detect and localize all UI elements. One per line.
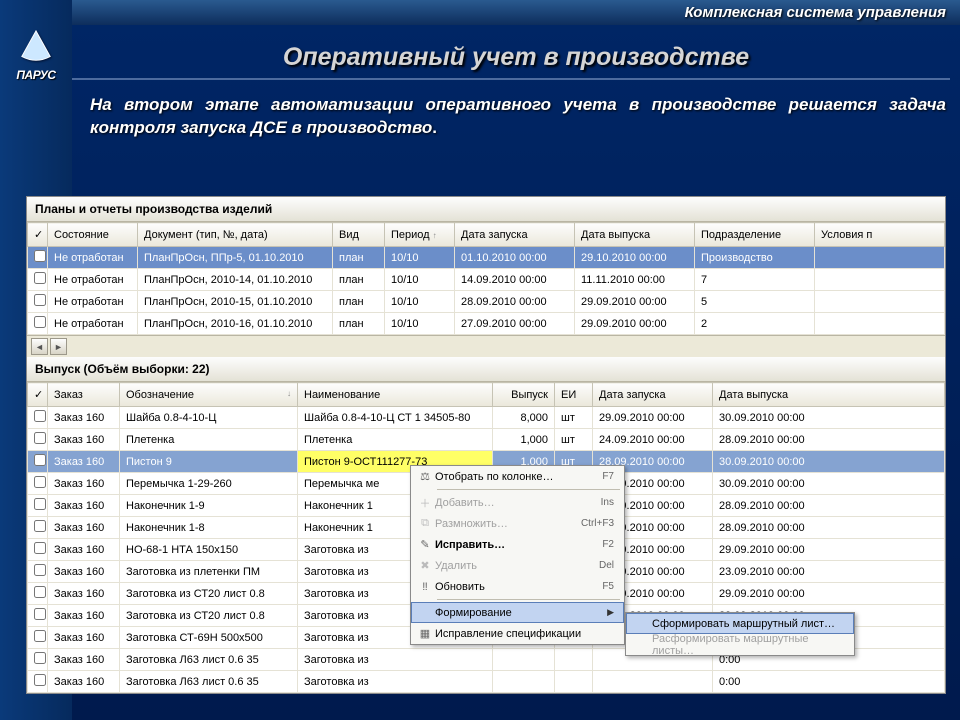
context-menu[interactable]: ⚖Отобрать по колонке…F7＋Добавить…Ins⧉Раз… <box>410 465 625 645</box>
menu-shortcut: F5 <box>602 581 614 592</box>
table-row[interactable]: Не отработанПланПрОсн, 2010-15, 01.10.20… <box>28 291 945 313</box>
col-order[interactable]: Заказ <box>48 383 120 407</box>
col-end[interactable]: Дата выпуска <box>575 223 695 247</box>
menu-item[interactable]: ▦Исправление спецификации <box>411 623 624 644</box>
menu-icon: ⚖ <box>415 470 435 483</box>
menu-label: Исправить… <box>435 539 602 551</box>
menu-icon: ✖ <box>415 559 435 572</box>
menu-separator <box>437 599 620 600</box>
row-checkbox[interactable] <box>34 674 46 686</box>
row-checkbox[interactable] <box>34 608 46 620</box>
menu-icon: ＋ <box>415 495 435 511</box>
row-checkbox[interactable] <box>34 272 46 284</box>
submenu-item: Расформировать маршрутные листы… <box>626 634 854 655</box>
col-state[interactable]: Состояние <box>48 223 138 247</box>
row-checkbox[interactable] <box>34 630 46 642</box>
col-qty[interactable]: Выпуск <box>493 383 555 407</box>
scroll-left-icon[interactable]: ◄ <box>31 338 48 355</box>
panel-output-title: Выпуск (Объём выборки: 22) <box>27 357 945 382</box>
menu-label: Добавить… <box>435 497 601 509</box>
title-divider <box>72 78 950 80</box>
row-checkbox[interactable] <box>34 476 46 488</box>
menu-item: ✖УдалитьDel <box>411 555 624 576</box>
col-check[interactable]: ✓ <box>28 223 48 247</box>
menu-item: ⧉Размножить…Ctrl+F3 <box>411 513 624 534</box>
intro-text: На втором этапе автоматизации оперативно… <box>90 94 946 140</box>
page-title: Оперативный учет в производстве <box>72 25 960 78</box>
menu-icon: ✎ <box>415 538 435 551</box>
menu-item: ＋Добавить…Ins <box>411 492 624 513</box>
menu-label: Размножить… <box>435 518 581 530</box>
table-row[interactable]: Заказ 160Шайба 0.8-4-10-ЦШайба 0.8-4-10-… <box>28 407 945 429</box>
menu-label: Удалить <box>435 560 599 572</box>
row-checkbox[interactable] <box>34 652 46 664</box>
submenu-arrow-icon: ▶ <box>607 607 614 618</box>
menu-item[interactable]: ⚖Отобрать по колонке…F7 <box>411 466 624 487</box>
menu-icon: ⧉ <box>415 517 435 530</box>
menu-shortcut: Ctrl+F3 <box>581 518 614 529</box>
logo-text: ПАРУС <box>16 68 55 82</box>
menu-label: Исправление спецификации <box>435 628 614 640</box>
plans-grid[interactable]: ✓ Состояние Документ (тип, №, дата) Вид … <box>27 222 945 335</box>
menu-icon: ‼ <box>415 581 435 593</box>
table-row[interactable]: Заказ 160Заготовка Л63 лист 0.6 35Загото… <box>28 671 945 693</box>
table-row[interactable]: Заказ 160ПлетенкаПлетенка1,000шт24.09.20… <box>28 429 945 451</box>
row-checkbox[interactable] <box>34 294 46 306</box>
row-checkbox[interactable] <box>34 316 46 328</box>
col-end[interactable]: Дата выпуска <box>713 383 945 407</box>
menu-shortcut: Ins <box>601 497 614 508</box>
output-header-row[interactable]: ✓ Заказ Обозначение↓ Наименование Выпуск… <box>28 383 945 407</box>
menu-label: Формирование <box>435 607 607 619</box>
col-period[interactable]: Период↑ <box>385 223 455 247</box>
col-unit[interactable]: ЕИ <box>555 383 593 407</box>
col-start[interactable]: Дата запуска <box>593 383 713 407</box>
panel-plans-title: Планы и отчеты производства изделий <box>27 197 945 222</box>
context-submenu[interactable]: Сформировать маршрутный лист…Расформиров… <box>625 612 855 656</box>
menu-separator <box>437 489 620 490</box>
row-checkbox[interactable] <box>34 250 46 262</box>
menu-shortcut: F7 <box>602 471 614 482</box>
logo-icon <box>17 28 55 66</box>
col-code[interactable]: Обозначение↓ <box>120 383 298 407</box>
row-checkbox[interactable] <box>34 586 46 598</box>
row-checkbox[interactable] <box>34 454 46 466</box>
menu-label: Отобрать по колонке… <box>435 471 602 483</box>
col-type[interactable]: Вид <box>333 223 385 247</box>
menu-label: Обновить <box>435 581 602 593</box>
menu-shortcut: F2 <box>602 539 614 550</box>
menu-item[interactable]: ✎Исправить…F2 <box>411 534 624 555</box>
row-checkbox[interactable] <box>34 498 46 510</box>
table-row[interactable]: Не отработанПланПрОсн, 2010-16, 01.10.20… <box>28 313 945 335</box>
menu-icon: ▦ <box>415 627 435 640</box>
table-row[interactable]: Не отработанПланПрОсн, ППр-5, 01.10.2010… <box>28 247 945 269</box>
col-check[interactable]: ✓ <box>28 383 48 407</box>
plans-scrollbar[interactable]: ◄ ► <box>27 335 945 357</box>
col-cond[interactable]: Условия п <box>815 223 945 247</box>
row-checkbox[interactable] <box>34 432 46 444</box>
menu-item[interactable]: Формирование▶ <box>411 602 624 623</box>
submenu-item[interactable]: Сформировать маршрутный лист… <box>626 613 854 634</box>
menu-item[interactable]: ‼ОбновитьF5 <box>411 576 624 597</box>
row-checkbox[interactable] <box>34 520 46 532</box>
col-name[interactable]: Наименование <box>298 383 493 407</box>
row-checkbox[interactable] <box>34 410 46 422</box>
col-start[interactable]: Дата запуска <box>455 223 575 247</box>
plans-header-row[interactable]: ✓ Состояние Документ (тип, №, дата) Вид … <box>28 223 945 247</box>
row-checkbox[interactable] <box>34 542 46 554</box>
system-header: Комплексная система управления <box>0 0 960 25</box>
row-checkbox[interactable] <box>34 564 46 576</box>
table-row[interactable]: Не отработанПланПрОсн, 2010-14, 01.10.20… <box>28 269 945 291</box>
menu-shortcut: Del <box>599 560 614 571</box>
scroll-right-icon[interactable]: ► <box>50 338 67 355</box>
col-doc[interactable]: Документ (тип, №, дата) <box>138 223 333 247</box>
col-dept[interactable]: Подразделение <box>695 223 815 247</box>
